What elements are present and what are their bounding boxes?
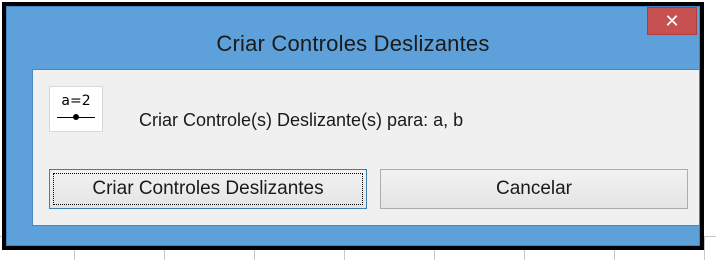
cancel-label: Cancelar [495,178,573,199]
dialog-content: a=2 Criar Controle(s) Deslizante(s) para… [32,69,700,226]
cancel-button[interactable]: Cancelar [380,169,688,209]
close-icon: ✕ [664,11,680,32]
dialog-title: Criar Controles Deslizantes [216,31,490,56]
close-button[interactable]: ✕ [647,7,697,35]
slider-knob [73,114,79,120]
dialog-frame: Criar Controles Deslizantes ✕ a=2 Criar … [6,6,700,246]
title-bar[interactable]: Criar Controles Deslizantes ✕ [7,7,699,67]
slider-icon-label: a=2 [61,93,91,109]
slider-icon: a=2 [49,86,103,132]
create-sliders-label: Criar Controles Deslizantes [92,178,324,199]
create-sliders-button[interactable]: Criar Controles Deslizantes [49,169,367,209]
grid-line [704,236,705,260]
dialog-message: Criar Controle(s) Deslizante(s) para: a,… [139,110,464,130]
dialog-window: Criar Controles Deslizantes ✕ a=2 Criar … [2,2,704,250]
